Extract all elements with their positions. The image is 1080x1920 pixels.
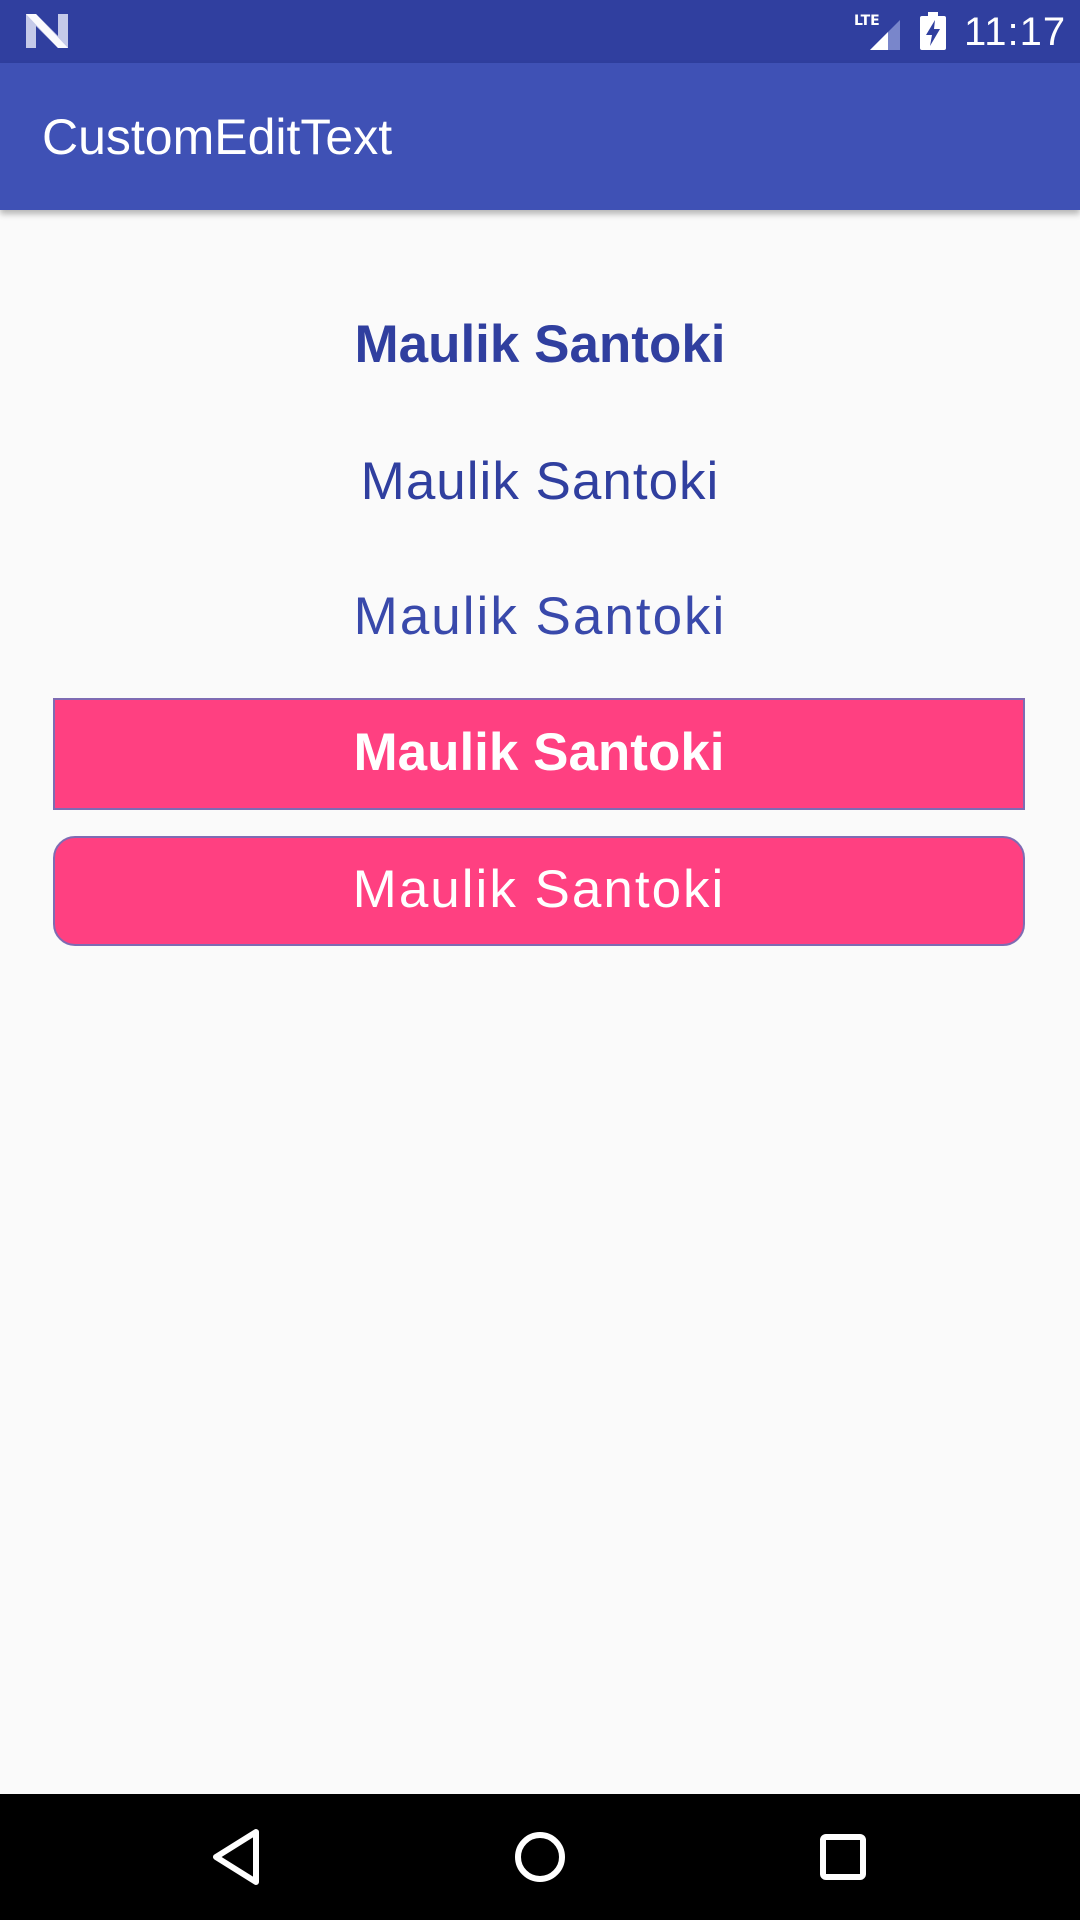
app-bar: CustomEditText — [0, 63, 1080, 210]
lte-signal-icon: LTE — [854, 13, 900, 50]
back-icon[interactable] — [204, 1824, 270, 1890]
network-label: LTE — [854, 13, 880, 29]
text-regular: Maulik Santoki — [360, 452, 720, 511]
notification-n-icon — [26, 14, 68, 48]
recents-icon[interactable] — [810, 1824, 876, 1890]
battery-charging-icon — [920, 12, 946, 50]
status-bar: LTE 11:17 — [0, 0, 1080, 63]
home-icon[interactable] — [507, 1824, 573, 1890]
edit-text-rounded[interactable]: Maulik Santoki — [53, 836, 1025, 946]
status-time: 11:17 — [964, 10, 1067, 54]
navigation-bar — [0, 1794, 1080, 1920]
edit-text-square[interactable]: Maulik Santoki — [53, 698, 1025, 810]
app-title: CustomEditText — [42, 109, 393, 165]
text-bold: Maulik Santoki — [354, 315, 726, 374]
text-light: Maulik Santoki — [353, 587, 727, 646]
